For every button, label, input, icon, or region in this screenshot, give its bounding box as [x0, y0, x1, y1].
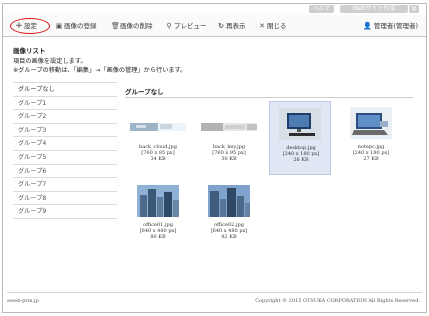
group-title: グループなし — [125, 88, 164, 96]
sidebar-item-group-6[interactable]: グループ6 — [13, 165, 117, 179]
image-filesize: 30 KB — [221, 156, 237, 162]
sidebar-item-group-2[interactable]: グループ2 — [13, 110, 117, 124]
register-image-button[interactable]: ▣ 画像の登録 — [55, 20, 97, 32]
image-thumbnail — [350, 107, 392, 139]
image-card[interactable]: office02.jpg [640 x 480 px] 82 KB — [198, 179, 260, 253]
image-filesize: 82 KB — [221, 234, 237, 240]
close-label: 閉じる — [267, 22, 287, 30]
user-label: 管理者(管理者) — [373, 22, 418, 30]
titlebar: ヘルプ Webサイト作成 ✕ — [3, 4, 426, 14]
register-image-label: 画像の登録 — [64, 22, 97, 30]
image-filesize: 27 KB — [363, 156, 379, 162]
image-thumbnail — [208, 185, 250, 217]
preview-label: プレビュー — [174, 22, 207, 30]
image-thumbnail — [201, 123, 257, 131]
image-filesize: 80 KB — [150, 234, 166, 240]
sidebar-item-group-5[interactable]: グループ5 — [13, 151, 117, 165]
delete-image-button[interactable]: 🗑画像の削除 — [111, 20, 153, 32]
sidebar-item-group-7[interactable]: グループ7 — [13, 178, 117, 192]
toolbar: +設定 ▣ 画像の登録 🗑画像の削除 ⚲ プレビュー ↻ 再表示 ✕ 閉じる 👤 管理者… — [3, 15, 426, 37]
plus-icon: + — [15, 21, 23, 31]
group-sidebar: グループなし グループ1 グループ2 グループ3 グループ4 グループ5 グルー… — [13, 82, 117, 219]
preview-button[interactable]: ⚲ プレビュー — [165, 20, 207, 32]
image-thumbnail — [130, 123, 186, 131]
footer-copyright: Copyright © 2015 OTSUKA CORPORATION All … — [255, 298, 420, 304]
settings-label: 設定 — [24, 22, 37, 30]
image-card[interactable]: office01.jpg [640 x 480 px] 80 KB — [127, 179, 189, 253]
app-window: ヘルプ Webサイト作成 ✕ +設定 ▣ 画像の登録 🗑画像の削除 ⚲ プレビュー … — [2, 3, 427, 313]
refresh-button[interactable]: ↻ 再表示 — [217, 20, 246, 32]
trash-icon: 🗑 — [111, 22, 120, 30]
image-icon: ▣ — [55, 22, 63, 30]
sidebar-item-group-3[interactable]: グループ3 — [13, 124, 117, 138]
delete-image-label: 画像の削除 — [120, 22, 153, 30]
description-line-1: 項目の画像を設定します。 — [13, 58, 87, 65]
help-button[interactable]: ヘルプ — [309, 5, 334, 13]
window-close-button[interactable]: ✕ — [409, 5, 419, 13]
description-line-2: ※グループの移動は、「編集」→「画像の管理」から行います。 — [13, 67, 187, 74]
close-icon: ✕ — [259, 22, 265, 30]
image-filesize: 26 KB — [293, 157, 309, 163]
search-icon: ⚲ — [166, 22, 172, 30]
sidebar-item-group-9[interactable]: グループ9 — [13, 205, 117, 219]
user-menu[interactable]: 👤 管理者(管理者) — [363, 20, 418, 32]
image-card[interactable]: back_cloud.jpg [760 x 95 px] 34 KB — [127, 101, 189, 175]
site-title-label: Webサイト作成 — [340, 5, 408, 13]
footer-domain: aweb-prm.jp — [7, 298, 39, 304]
image-thumbnail — [279, 108, 321, 140]
sidebar-item-group-1[interactable]: グループ1 — [13, 97, 117, 111]
sidebar-item-group-8[interactable]: グループ8 — [13, 192, 117, 206]
group-divider — [125, 97, 413, 98]
sidebar-item-group-4[interactable]: グループ4 — [13, 137, 117, 151]
refresh-icon: ↻ — [218, 22, 224, 30]
image-card[interactable]: back_key.jpg [760 x 95 px] 30 KB — [198, 101, 260, 175]
user-icon: 👤 — [363, 22, 372, 30]
settings-button[interactable]: +設定 — [15, 20, 37, 32]
image-filesize: 34 KB — [150, 156, 166, 162]
sidebar-item-no-group[interactable]: グループなし — [13, 83, 117, 97]
close-button[interactable]: ✕ 閉じる — [258, 20, 287, 32]
footer-divider — [7, 292, 422, 293]
refresh-label: 再表示 — [226, 22, 246, 30]
page-title: 画像リスト — [13, 47, 46, 55]
image-thumbnail — [137, 185, 179, 217]
image-card[interactable]: notepc.jpg [240 x 180 px] 27 KB — [340, 101, 402, 175]
image-card-selected[interactable]: desktop.jpg [240 x 180 px] 26 KB — [269, 101, 331, 175]
